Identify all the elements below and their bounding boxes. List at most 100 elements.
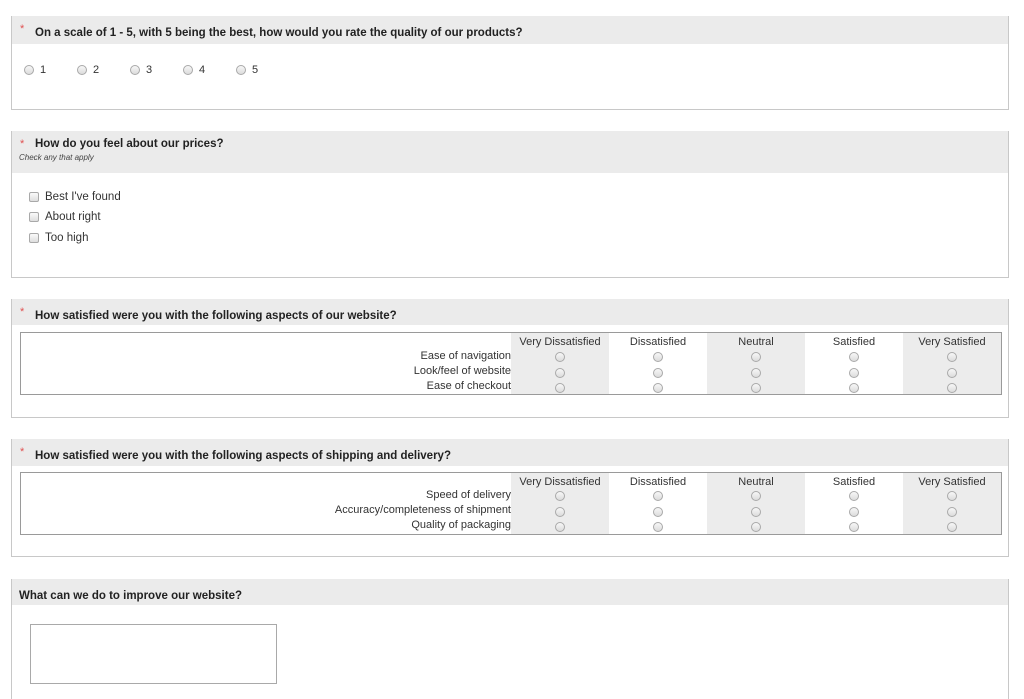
column-header: Very Satisfied [918, 336, 986, 348]
required-marker: * [20, 306, 25, 318]
required-marker: * [20, 138, 25, 150]
matrix-column: Neutral [707, 473, 805, 534]
matrix-row-label: Accuracy/completeness of shipment [334, 504, 511, 516]
radio-button[interactable] [653, 352, 663, 362]
radio-button[interactable] [653, 383, 663, 393]
matrix-column: Very Satisfied [903, 333, 1001, 394]
radio-button[interactable] [947, 352, 957, 362]
radio-button[interactable] [947, 368, 957, 378]
radio-button[interactable] [653, 491, 663, 501]
matrix-column: Very Dissatisfied [511, 333, 609, 394]
option-label: 2 [93, 64, 100, 76]
radio-button[interactable] [236, 65, 246, 76]
required-marker: * [20, 446, 25, 458]
question-header: * How do you feel about our prices? Chec… [12, 131, 1008, 173]
improvement-textarea[interactable] [30, 624, 277, 684]
radio-button[interactable] [751, 491, 761, 501]
matrix-column: Neutral [707, 333, 805, 394]
matrix-column: Dissatisfied [609, 333, 707, 394]
matrix-row-label: Quality of packaging [411, 519, 511, 531]
column-header: Very Dissatisfied [519, 336, 601, 348]
matrix-column: Satisfied [805, 473, 903, 534]
matrix-column: Very Satisfied [903, 473, 1001, 534]
column-header: Neutral [738, 476, 774, 488]
rating-option-2[interactable]: 2 [77, 64, 99, 76]
column-header: Satisfied [832, 336, 876, 348]
question-title: How satisfied were you with the followin… [35, 310, 397, 322]
matrix-row-label: Look/feel of website [413, 365, 511, 377]
column-header: Dissatisfied [629, 336, 687, 348]
option-label: 5 [252, 64, 259, 76]
satisfaction-matrix: Ease of navigation Look/feel of website … [20, 332, 1002, 395]
question-title: How do you feel about our prices? [35, 138, 224, 150]
radio-button[interactable] [751, 383, 761, 393]
matrix-column: Very Dissatisfied [511, 473, 609, 534]
option-label: 4 [199, 64, 206, 76]
radio-button[interactable] [849, 507, 859, 517]
checkbox[interactable] [29, 191, 39, 202]
option-label: 3 [146, 64, 153, 76]
checkbox-option-about-right[interactable]: About right [29, 211, 101, 223]
column-header: Very Satisfied [918, 476, 986, 488]
radio-button[interactable] [555, 491, 565, 501]
radio-button[interactable] [947, 491, 957, 501]
question-title: What can we do to improve our website? [19, 590, 242, 602]
radio-button[interactable] [130, 65, 140, 76]
radio-button[interactable] [751, 368, 761, 378]
question-subtitle: Check any that apply [19, 153, 94, 162]
radio-button[interactable] [947, 383, 957, 393]
rating-option-5[interactable]: 5 [236, 64, 258, 76]
checkbox[interactable] [29, 211, 39, 222]
option-label: Best I've found [45, 191, 121, 203]
required-marker: * [20, 23, 25, 35]
question-prices: * How do you feel about our prices? Chec… [11, 131, 1009, 278]
radio-button[interactable] [751, 522, 761, 532]
option-label: About right [45, 211, 101, 223]
question-header: * On a scale of 1 - 5, with 5 being the … [12, 16, 1008, 44]
question-title: On a scale of 1 - 5, with 5 being the be… [35, 27, 523, 39]
radio-button[interactable] [555, 383, 565, 393]
column-header: Dissatisfied [629, 476, 687, 488]
checkbox-option-best[interactable]: Best I've found [29, 191, 121, 203]
matrix-row-label: Ease of navigation [420, 350, 511, 362]
radio-button[interactable] [849, 383, 859, 393]
question-header: * How satisfied were you with the follow… [12, 439, 1008, 466]
question-product-quality: * On a scale of 1 - 5, with 5 being the … [11, 16, 1009, 110]
radio-button[interactable] [555, 507, 565, 517]
checkbox-option-too-high[interactable]: Too high [29, 232, 88, 244]
radio-button[interactable] [653, 368, 663, 378]
radio-button[interactable] [653, 507, 663, 517]
question-improve-website: What can we do to improve our website? [11, 579, 1009, 699]
rating-option-1[interactable]: 1 [24, 64, 46, 76]
question-website-satisfaction: * How satisfied were you with the follow… [11, 299, 1009, 418]
matrix-column: Dissatisfied [609, 473, 707, 534]
column-header: Satisfied [832, 476, 876, 488]
radio-button[interactable] [555, 352, 565, 362]
matrix-row-label: Ease of checkout [426, 380, 511, 392]
radio-button[interactable] [555, 368, 565, 378]
matrix-column: Satisfied [805, 333, 903, 394]
checkbox[interactable] [29, 232, 39, 243]
matrix-row-label: Speed of delivery [426, 489, 511, 501]
radio-button[interactable] [555, 522, 565, 532]
radio-button[interactable] [751, 507, 761, 517]
option-label: 1 [40, 64, 47, 76]
radio-button[interactable] [24, 65, 34, 76]
radio-button[interactable] [947, 522, 957, 532]
radio-button[interactable] [183, 65, 193, 76]
radio-button[interactable] [849, 491, 859, 501]
radio-button[interactable] [849, 352, 859, 362]
rating-option-4[interactable]: 4 [183, 64, 205, 76]
radio-button[interactable] [77, 65, 87, 76]
radio-button[interactable] [653, 522, 663, 532]
radio-button[interactable] [849, 522, 859, 532]
radio-button[interactable] [751, 352, 761, 362]
question-title: How satisfied were you with the followin… [35, 450, 451, 462]
column-header: Very Dissatisfied [519, 476, 601, 488]
rating-option-3[interactable]: 3 [130, 64, 152, 76]
radio-button[interactable] [849, 368, 859, 378]
question-header: What can we do to improve our website? [12, 579, 1008, 605]
radio-button[interactable] [947, 507, 957, 517]
satisfaction-matrix: Speed of delivery Accuracy/completeness … [20, 472, 1002, 535]
column-header: Neutral [738, 336, 774, 348]
